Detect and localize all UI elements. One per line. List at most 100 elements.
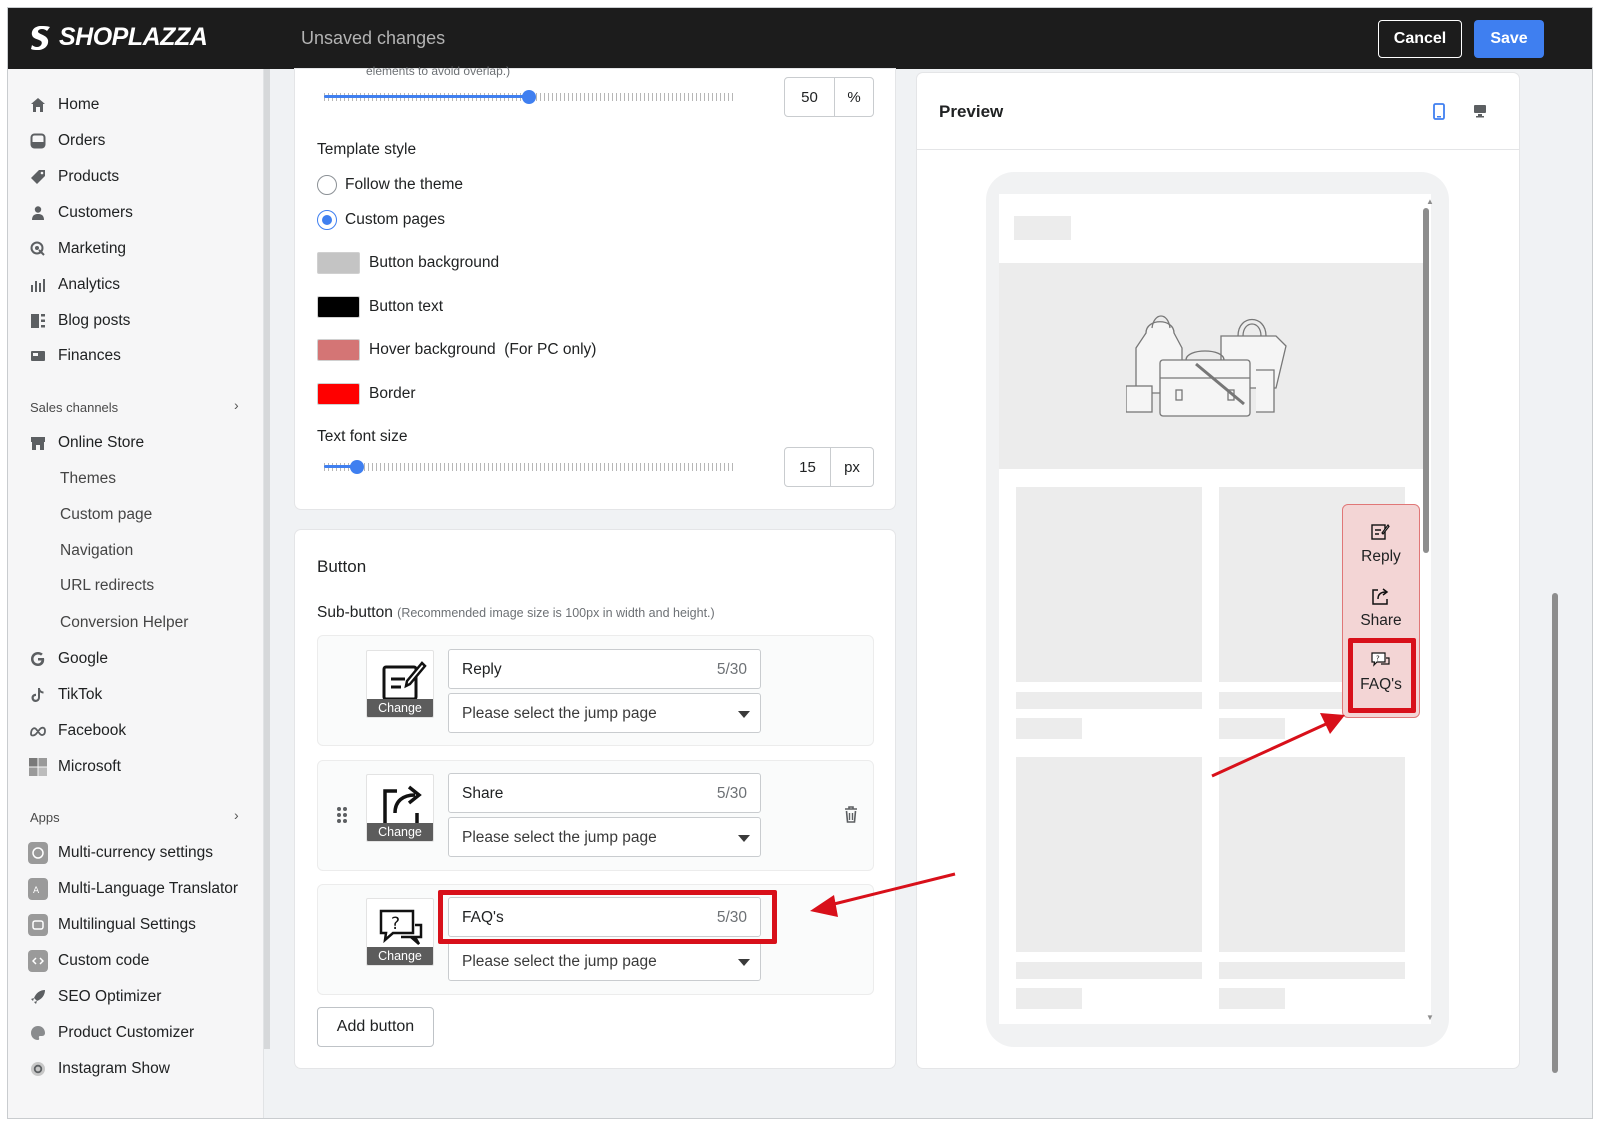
sidebar-item-label: Orders xyxy=(58,132,106,149)
font-size-value-field[interactable]: 15 px xyxy=(784,447,874,487)
sidebar-sub-themes[interactable]: Themes xyxy=(60,470,116,488)
sidebar-item-label: Analytics xyxy=(58,276,121,293)
sidebar-item-label: Blog posts xyxy=(58,312,131,329)
delete-trash-icon[interactable] xyxy=(844,806,858,823)
sidebar-item-facebook[interactable]: Facebook xyxy=(28,719,126,743)
sidebar-item-home[interactable]: Home xyxy=(28,93,99,117)
fab-reply-label[interactable]: Reply xyxy=(1342,548,1420,566)
desktop-icon[interactable] xyxy=(1473,104,1487,118)
share-name-value[interactable]: Share xyxy=(462,785,503,803)
microsoft-icon xyxy=(28,757,48,777)
sidebar-item-products[interactable]: Products xyxy=(28,165,119,189)
reply-name-input[interactable]: Reply 5/30 xyxy=(448,649,761,689)
faq-jump-page-select[interactable]: Please select the jump page xyxy=(448,941,761,981)
page-scrollbar[interactable] xyxy=(1552,593,1558,1073)
radio-custom-pages[interactable] xyxy=(317,210,337,230)
sidebar-item-customers[interactable]: Customers xyxy=(28,201,133,225)
dropdown-arrow-icon xyxy=(738,959,750,966)
sidebar-item-multi-currency[interactable]: Multi-currency settings xyxy=(28,841,213,865)
reply-image-tile[interactable]: Change xyxy=(366,650,434,718)
product-placeholder xyxy=(1016,487,1202,682)
rocket-icon xyxy=(28,987,48,1007)
faq-jump-page-placeholder: Please select the jump page xyxy=(462,953,657,970)
sidebar-sub-url-redirects[interactable]: URL redirects xyxy=(60,577,154,595)
button-background-label: Button background xyxy=(369,254,500,271)
share-name-input[interactable]: Share 5/30 xyxy=(448,773,761,813)
save-button[interactable]: Save xyxy=(1474,20,1544,58)
sidebar-item-seo-optimizer[interactable]: SEO Optimizer xyxy=(28,985,161,1009)
sidebar-item-label: Online Store xyxy=(58,434,145,451)
hover-background-label: Hover background (For PC only) xyxy=(369,341,597,358)
sidebar-sub-conversion-helper[interactable]: Conversion Helper xyxy=(60,614,188,632)
change-image-button[interactable]: Change xyxy=(367,947,433,965)
reply-char-count: 5/30 xyxy=(716,661,747,678)
shoplazza-logo[interactable]: SHOPLAZZA xyxy=(29,23,208,52)
add-button[interactable]: Add button xyxy=(317,1007,434,1047)
screen-scroll-down-icon[interactable]: ▼ xyxy=(1426,1013,1434,1022)
preview-divider xyxy=(917,149,1519,150)
fab-share-label[interactable]: Share xyxy=(1342,612,1420,630)
offset-slider-handle[interactable] xyxy=(521,90,536,104)
svg-text:?: ? xyxy=(391,914,400,934)
faq-image-tile[interactable]: ? Change xyxy=(366,898,434,966)
product-title-placeholder xyxy=(1219,962,1405,979)
sidebar-item-marketing[interactable]: Marketing xyxy=(28,237,126,261)
button-text-label: Button text xyxy=(369,298,444,315)
preview-title: Preview xyxy=(939,102,1004,121)
offset-value[interactable]: 50 xyxy=(785,78,835,116)
sub-button-label: Sub-button (Recommended image size is 10… xyxy=(317,604,715,622)
radio-follow-theme-label[interactable]: Follow the theme xyxy=(345,176,463,194)
sidebar-item-label: Marketing xyxy=(58,240,127,257)
reply-name-value[interactable]: Reply xyxy=(462,661,502,679)
font-size-slider-handle[interactable] xyxy=(349,460,364,474)
tiktok-icon xyxy=(28,685,48,705)
sidebar-item-label: Product Customizer xyxy=(58,1024,195,1041)
svg-text:A: A xyxy=(33,886,40,895)
share-jump-page-select[interactable]: Please select the jump page xyxy=(448,817,761,857)
sidebar-item-microsoft[interactable]: Microsoft xyxy=(28,755,121,779)
font-size-value[interactable]: 15 xyxy=(785,448,831,486)
sidebar-item-instagram-show[interactable]: Instagram Show xyxy=(28,1057,170,1081)
product-placeholder xyxy=(1219,757,1405,952)
sidebar-item-custom-code[interactable]: Custom code xyxy=(28,949,149,973)
sub-button-hint: (Recommended image size is 100px in widt… xyxy=(397,606,715,620)
sidebar-sub-navigation[interactable]: Navigation xyxy=(60,542,133,560)
sidebar-item-label: Google xyxy=(58,650,108,667)
sidebar-item-multilingual-settings[interactable]: Multilingual Settings xyxy=(28,913,196,937)
sidebar-item-online-store[interactable]: Online Store xyxy=(28,431,144,455)
sidebar-item-google[interactable]: Google xyxy=(28,647,108,671)
button-text-swatch[interactable] xyxy=(317,296,360,318)
offset-value-field[interactable]: 50 % xyxy=(784,77,874,117)
radio-custom-pages-label[interactable]: Custom pages xyxy=(345,211,445,229)
sidebar-item-product-customizer[interactable]: Product Customizer xyxy=(28,1021,194,1045)
product-title-placeholder xyxy=(1016,962,1202,979)
radio-follow-theme[interactable] xyxy=(317,175,337,195)
sidebar-scrollbar[interactable] xyxy=(264,69,270,1049)
sidebar-item-finances[interactable]: Finances xyxy=(28,344,121,368)
drag-handle-icon[interactable] xyxy=(336,806,348,824)
person-icon xyxy=(28,203,48,223)
offset-unit: % xyxy=(847,88,861,106)
change-image-button[interactable]: Change xyxy=(367,823,433,841)
sales-channels-chevron-icon[interactable]: › xyxy=(234,397,239,413)
sidebar-item-multi-language-translator[interactable]: A Multi-Language Translator xyxy=(28,877,238,901)
reply-jump-page-select[interactable]: Please select the jump page xyxy=(448,693,761,733)
hover-background-swatch[interactable] xyxy=(317,339,360,361)
sidebar-item-blog-posts[interactable]: Blog posts xyxy=(28,309,130,333)
sidebar-item-analytics[interactable]: Analytics xyxy=(28,273,120,297)
sidebar-sub-custom-page[interactable]: Custom page xyxy=(60,506,152,524)
google-icon xyxy=(28,649,48,669)
change-image-button[interactable]: Change xyxy=(367,699,433,717)
sidebar-item-orders[interactable]: Orders xyxy=(28,129,105,153)
sidebar-item-tiktok[interactable]: TikTok xyxy=(28,683,102,707)
border-swatch[interactable] xyxy=(317,383,360,405)
screen-scrollbar[interactable] xyxy=(1423,208,1429,553)
store-icon xyxy=(28,433,48,453)
screen-scroll-up-icon[interactable]: ▲ xyxy=(1426,197,1434,206)
share-image-tile[interactable]: Change xyxy=(366,774,434,842)
mobile-icon[interactable] xyxy=(1433,103,1445,120)
cancel-button[interactable]: Cancel xyxy=(1378,20,1462,58)
unsaved-changes-label: Unsaved changes xyxy=(301,28,446,48)
apps-chevron-icon[interactable]: › xyxy=(234,807,239,823)
button-background-swatch[interactable] xyxy=(317,252,360,274)
